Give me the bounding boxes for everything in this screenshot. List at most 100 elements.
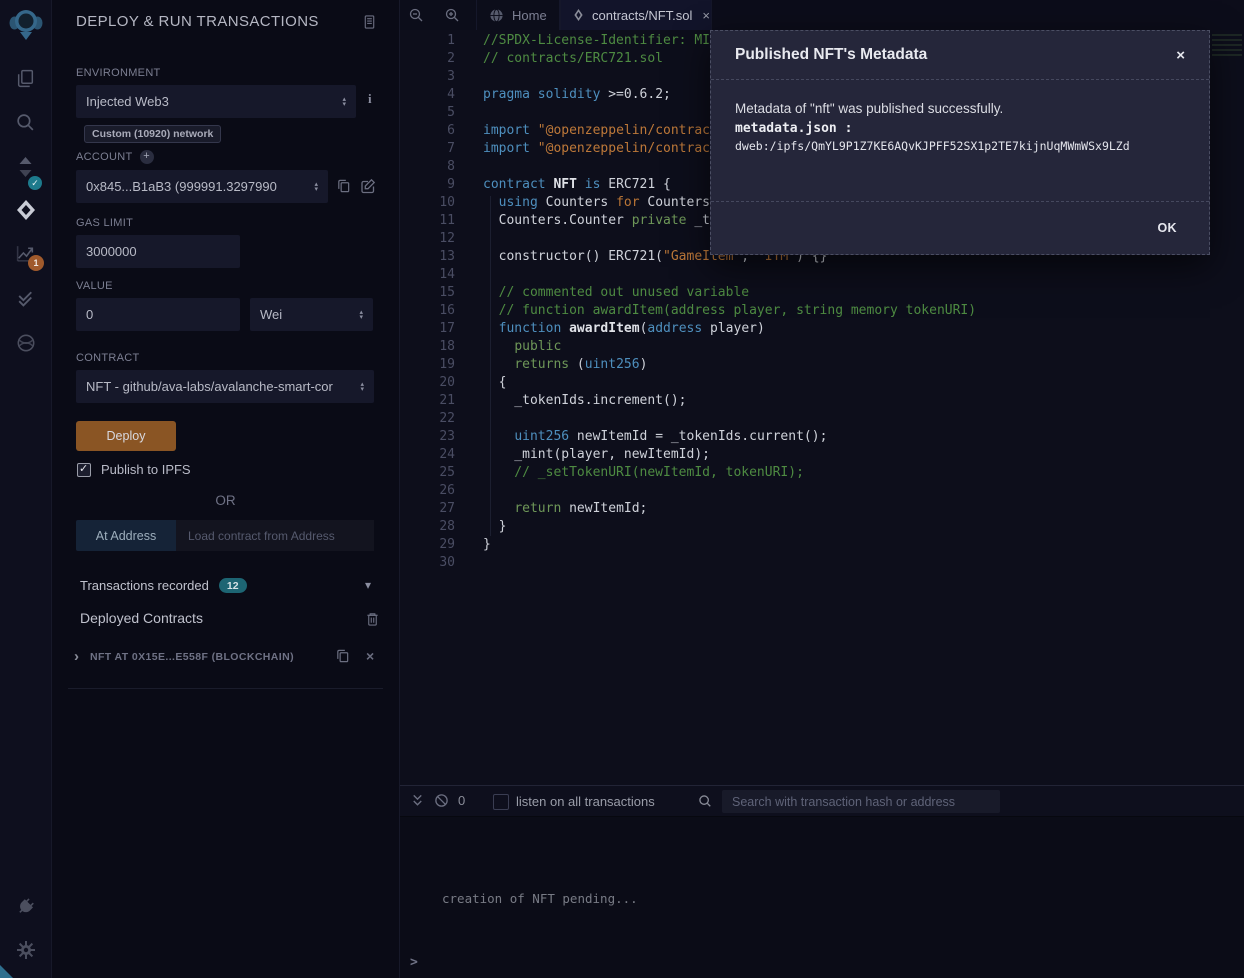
network-badge: Custom (10920) network	[84, 125, 221, 143]
at-address-row: At Address	[76, 520, 374, 551]
analytics-count-badge: 1	[28, 255, 44, 271]
tab-home[interactable]: Home	[476, 0, 560, 30]
transactions-recorded-row: Transactions recorded 12	[80, 578, 247, 593]
code-line[interactable]: 19 returns (uint256)	[400, 356, 1244, 374]
tab-nft-sol-label: contracts/NFT.sol	[592, 8, 692, 23]
transactions-chevron-down-icon[interactable]: ▾	[365, 578, 371, 592]
at-address-input[interactable]	[176, 520, 374, 551]
tab-home-label: Home	[512, 8, 547, 23]
code-line[interactable]: 27 return newItemId;	[400, 500, 1244, 518]
tab-nft-sol[interactable]: contracts/NFT.sol ×	[560, 0, 712, 30]
code-line[interactable]: 21 _tokenIds.increment();	[400, 392, 1244, 410]
remove-contract-close-icon[interactable]: ×	[366, 648, 374, 664]
plugin-manager-icon[interactable]	[0, 881, 50, 931]
deploy-run-icon[interactable]	[0, 199, 51, 221]
panel-divider	[68, 688, 383, 689]
code-line[interactable]: 24 _mint(player, newItemId);	[400, 446, 1244, 464]
pending-count: 0	[458, 793, 465, 808]
expand-chevron-right-icon[interactable]: ›	[74, 648, 79, 666]
search-icon[interactable]	[0, 112, 51, 133]
code-line[interactable]: 23 uint256 newItemId = _tokenIds.current…	[400, 428, 1244, 446]
solidity-compiler-icon[interactable]	[0, 156, 51, 178]
deployed-contracts-label: Deployed Contracts	[80, 610, 203, 626]
file-explorer-icon[interactable]	[0, 68, 51, 89]
modal-message: Metadata of "nft" was published successf…	[735, 101, 1185, 116]
solidity-file-icon	[573, 8, 584, 22]
copy-account-icon[interactable]	[336, 178, 351, 194]
code-line[interactable]: 20 {	[400, 374, 1244, 392]
or-divider-label: OR	[52, 493, 399, 508]
zoom-out-icon[interactable]	[408, 7, 424, 23]
select-stepper-icon: ▴▾	[336, 97, 346, 107]
unit-testing-icon[interactable]	[0, 287, 51, 308]
publish-to-ipfs-row[interactable]: ✓ Publish to IPFS	[77, 462, 191, 477]
value-unit-select[interactable]: Wei ▴▾	[250, 298, 373, 331]
minimap[interactable]	[1212, 34, 1242, 56]
code-line[interactable]: 15 // commented out unused variable	[400, 284, 1244, 302]
deployed-contract-item[interactable]: › NFT AT 0X15E...E558F (BLOCKCHAIN) ×	[52, 648, 399, 668]
code-line[interactable]: 29}	[400, 536, 1244, 554]
corner-accent	[0, 965, 13, 978]
add-account-icon[interactable]: +	[140, 150, 154, 164]
panel-title: DEPLOY & RUN TRANSACTIONS	[76, 13, 319, 30]
terminal: 0 listen on all transactions creation of…	[400, 785, 1244, 978]
ipfs-link[interactable]: dweb:/ipfs/QmYL9P1Z7KE6AQvKJPFF52SX1p2TE…	[735, 139, 1185, 153]
terminal-prompt[interactable]: >	[410, 955, 418, 970]
environment-info-icon[interactable]: i	[368, 91, 372, 107]
edit-account-icon[interactable]	[360, 178, 376, 194]
account-select[interactable]: 0x845...B1aB3 (999991.3297990 ▴▾	[76, 170, 328, 203]
compiler-success-badge: ✓	[28, 176, 42, 190]
modal-header: Published NFT's Metadata ×	[711, 31, 1209, 80]
code-line[interactable]: 22	[400, 410, 1244, 428]
clear-pending-ban-icon[interactable]	[434, 793, 449, 808]
modal-title: Published NFT's Metadata	[735, 46, 927, 64]
account-label-row: ACCOUNT +	[76, 150, 154, 164]
contract-select[interactable]: NFT - github/ava-labs/avalanche-smart-co…	[76, 370, 374, 403]
value-unit: Wei	[260, 307, 282, 322]
home-globe-icon	[489, 8, 504, 23]
gas-limit-input[interactable]	[76, 235, 240, 268]
metadata-file-label: metadata.json :	[735, 121, 1185, 136]
environment-select[interactable]: Injected Web3 ▴▾	[76, 85, 356, 118]
modal-body: Metadata of "nft" was published successf…	[711, 80, 1209, 202]
terminal-search-input[interactable]	[722, 790, 1000, 813]
clear-deployed-trash-icon[interactable]	[365, 611, 380, 627]
listen-transactions-checkbox[interactable]	[493, 794, 509, 810]
terminal-log-line: creation of NFT pending...	[442, 891, 638, 906]
modal-footer: OK	[711, 202, 1209, 254]
code-line[interactable]: 16 // function awardItem(address player,…	[400, 302, 1244, 320]
select-stepper-icon: ▴▾	[354, 382, 364, 392]
at-address-button[interactable]: At Address	[76, 520, 176, 551]
deploy-run-panel: DEPLOY & RUN TRANSACTIONS ENVIRONMENT In…	[52, 0, 400, 978]
code-line[interactable]: 26	[400, 482, 1244, 500]
publish-checkbox[interactable]: ✓	[77, 463, 91, 477]
zoom-in-icon[interactable]	[444, 7, 460, 23]
select-stepper-icon: ▴▾	[353, 310, 363, 320]
settings-gear-icon[interactable]	[0, 940, 51, 960]
terminal-toolbar: 0 listen on all transactions	[400, 786, 1244, 817]
code-line[interactable]: 28 }	[400, 518, 1244, 536]
select-stepper-icon: ▴▾	[308, 182, 318, 192]
terminal-collapse-icon[interactable]	[410, 793, 425, 808]
indent-guide	[490, 196, 491, 536]
account-value: 0x845...B1aB3 (999991.3297990	[86, 179, 277, 194]
tab-close-icon[interactable]: ×	[702, 8, 710, 23]
activity-bar: ✓ 1	[0, 0, 52, 978]
environment-label: ENVIRONMENT	[76, 67, 161, 79]
modal-close-icon[interactable]: ×	[1176, 47, 1185, 64]
code-line[interactable]: 17 function awardItem(address player)	[400, 320, 1244, 338]
copy-contract-icon[interactable]	[335, 648, 350, 664]
code-line[interactable]: 18 public	[400, 338, 1244, 356]
transactions-recorded-label: Transactions recorded	[80, 578, 209, 593]
remix-logo-icon[interactable]	[0, 7, 51, 43]
contract-label: CONTRACT	[76, 352, 140, 364]
ok-button[interactable]: OK	[1151, 220, 1183, 236]
code-line[interactable]: 14	[400, 266, 1244, 284]
debugger-sphere-icon[interactable]	[0, 332, 51, 354]
deploy-button[interactable]: Deploy	[76, 421, 176, 451]
value-input[interactable]	[76, 298, 240, 331]
documentation-icon[interactable]	[362, 14, 377, 30]
code-line[interactable]: 30	[400, 554, 1244, 572]
value-label: VALUE	[76, 280, 113, 292]
code-line[interactable]: 25 // _setTokenURI(newItemId, tokenURI);	[400, 464, 1244, 482]
